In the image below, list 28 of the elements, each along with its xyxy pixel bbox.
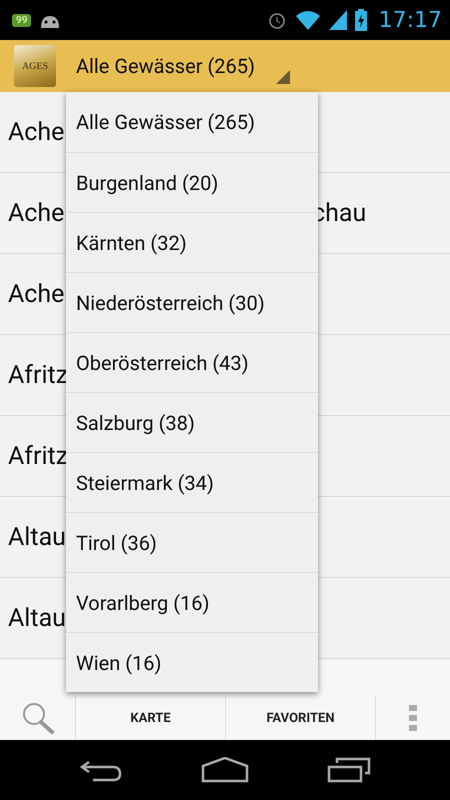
recents-icon[interactable] — [327, 757, 371, 783]
dropdown-item[interactable]: Burgenland (20) — [66, 152, 318, 212]
notification-badge: 99 — [12, 14, 32, 26]
wifi-icon — [294, 10, 321, 30]
dropdown-item[interactable]: Steiermark (34) — [66, 452, 318, 512]
list-item-text[interactable]: Ache — [0, 198, 64, 228]
list-item-text[interactable]: Afritz — [0, 442, 68, 470]
list-item-text[interactable]: Ache — [0, 118, 64, 146]
dropdown-item[interactable]: Wien (16) — [66, 632, 318, 692]
dropdown-item[interactable]: Alle Gewässer (265) — [66, 92, 318, 152]
signal-icon — [328, 10, 347, 30]
dropdown-item[interactable]: Tirol (36) — [66, 512, 318, 572]
app-logo[interactable]: AGES — [14, 45, 56, 87]
battery-icon — [354, 9, 367, 31]
clock: 17:17 — [378, 8, 442, 32]
home-icon[interactable] — [201, 757, 249, 783]
region-spinner[interactable]: Alle Gewässer (265) — [76, 44, 290, 88]
dropdown-item[interactable]: Niederösterreich (30) — [66, 272, 318, 332]
list-item-text[interactable]: Afritz — [0, 360, 68, 390]
dropdown-item[interactable]: Vorarlberg (16) — [66, 572, 318, 632]
list-item-text[interactable]: Altau — [0, 522, 66, 552]
list-item-text[interactable]: Ache — [0, 280, 64, 308]
dropdown-item[interactable]: Oberösterreich (43) — [66, 332, 318, 392]
search-icon[interactable] — [20, 701, 54, 735]
dropdown-item[interactable]: Kärnten (32) — [66, 212, 318, 272]
dropdown-item[interactable]: Salzburg (38) — [66, 392, 318, 452]
list-item-text[interactable]: Altau — [0, 604, 66, 632]
back-icon[interactable] — [79, 758, 123, 782]
